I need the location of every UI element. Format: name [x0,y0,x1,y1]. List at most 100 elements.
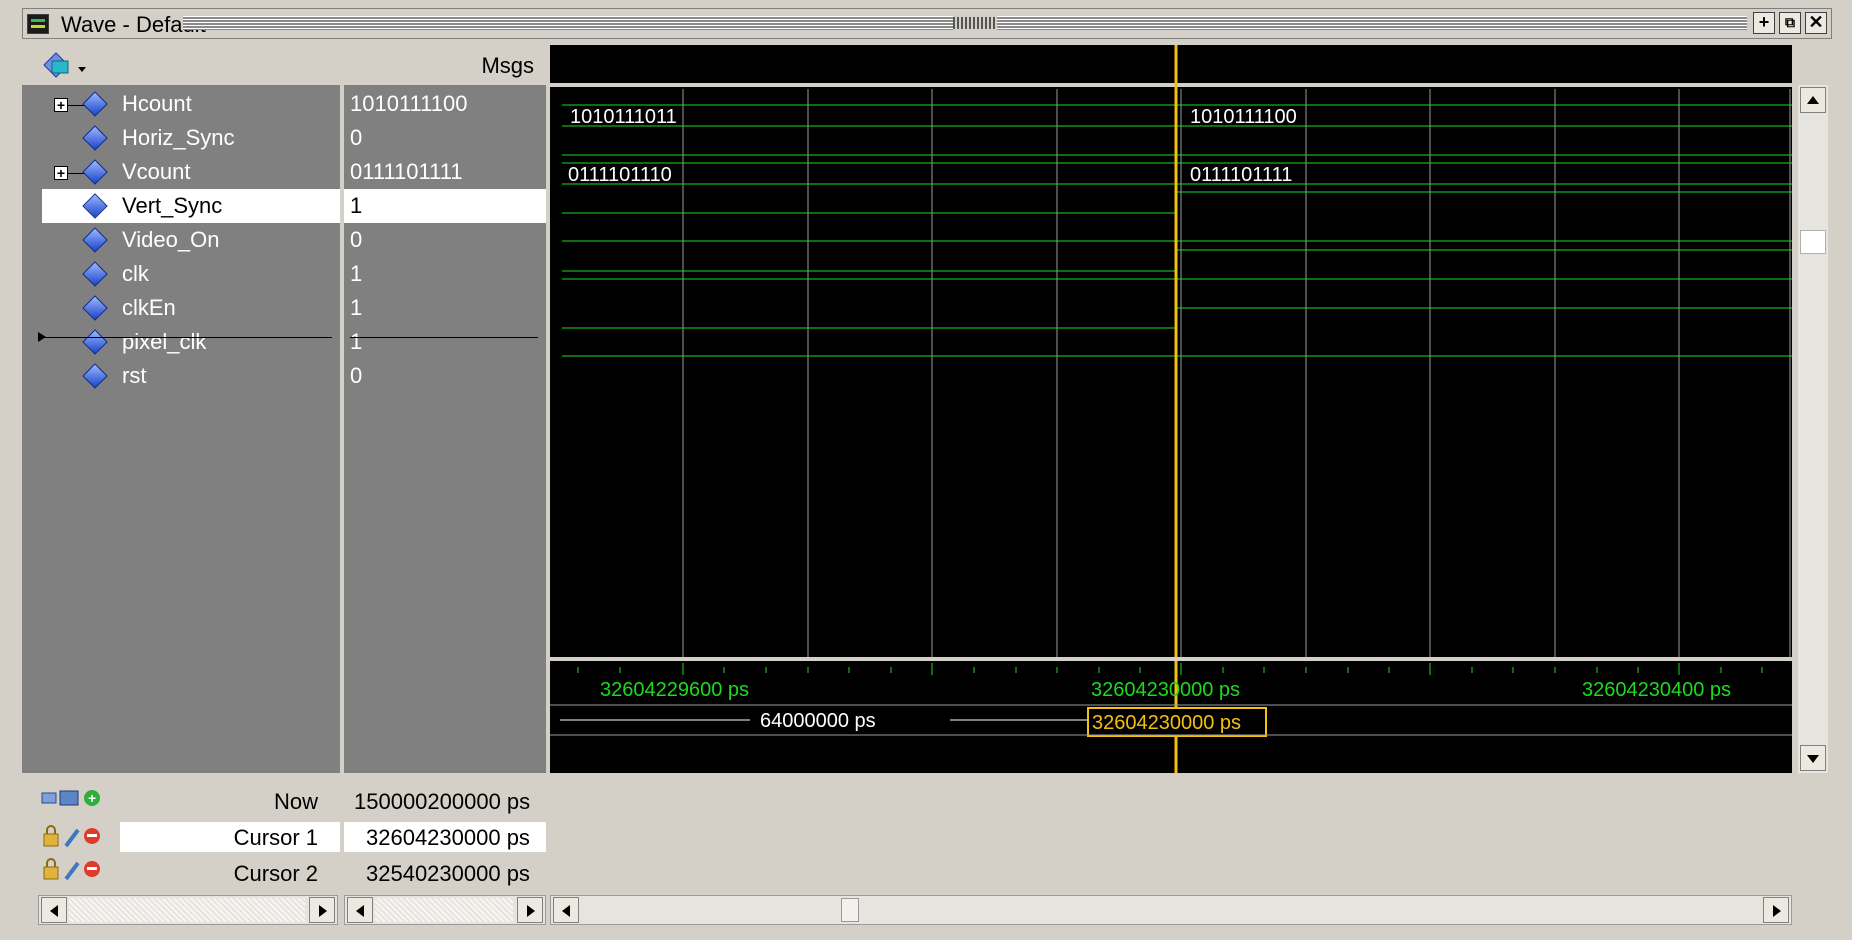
diamond-signal-icon [82,91,108,117]
values-scroll-right[interactable] [517,897,543,923]
hcount-after-label: 1010111100 [1190,106,1297,128]
signal-values-pane: Msgs 1010111100 0 0111101111 1 0 1 1 1 0 [344,45,546,773]
tick-label-2: 32604230000 ps [1091,679,1240,701]
signal-value: 0 [350,227,363,252]
wave-format-icon[interactable] [36,47,96,83]
signal-name: Hcount [122,91,192,116]
value-row-hcount[interactable]: 1010111100 [344,87,546,121]
cursor1-label: Cursor 1 [233,825,318,850]
wave-hscrollbar[interactable] [550,895,1792,925]
vertical-scrollbar[interactable] [1798,85,1828,773]
expand-icon[interactable]: + [54,98,68,112]
signal-value: 0 [350,125,363,150]
names-scroll-right[interactable] [309,897,335,923]
diamond-signal-icon [82,227,108,253]
value-row-clk[interactable]: 1 [344,257,546,291]
signal-row-rst[interactable]: rst [42,359,340,393]
signal-name: Horiz_Sync [122,125,235,150]
time-ruler-ticks [577,663,1763,675]
wave-canvas[interactable]: 1010111011 1010111100 0111101110 0111101… [550,45,1792,773]
signal-name: Vert_Sync [122,193,223,218]
cursor2-value: 32540230000 ps [366,861,530,886]
value-row-clken[interactable]: 1 [344,291,546,325]
cursor-names-area: + Now Cursor 1 Cursor 2 [22,781,340,893]
signal-row-hcount[interactable]: + Hcount [42,87,340,121]
diamond-signal-icon [82,159,108,185]
app-icon[interactable] [27,14,49,34]
signal-value: 1010111100 [350,91,468,116]
diamond-signal-icon [82,329,108,355]
wave-scroll-right[interactable] [1763,897,1789,923]
names-scroll-left[interactable] [41,897,67,923]
value-row-video-on[interactable]: 0 [344,223,546,257]
scroll-up-button[interactable] [1800,87,1826,113]
cursor1-row[interactable]: Cursor 1 [120,822,340,852]
diamond-signal-icon [82,125,108,151]
values-hscroll-track[interactable] [375,898,513,922]
values-header: Msgs [344,45,546,85]
add-icon[interactable]: + [1753,12,1775,34]
cursor2-tools[interactable] [40,857,110,885]
value-row-vert-sync[interactable]: 1 [344,189,546,223]
tick-label-1: 32604229600 ps [600,679,749,701]
signal-value: 1 [350,193,363,218]
vcount-before-label: 0111101110 [568,164,672,186]
title-grip-left[interactable] [183,16,953,30]
msgs-header: Msgs [481,53,534,78]
diamond-signal-icon [82,193,108,219]
signal-value: 1 [350,329,363,354]
cursor1-value: 32604230000 ps [366,825,530,850]
svg-text:+: + [88,790,96,806]
signal-name: Video_On [122,227,220,252]
values-scroll-left[interactable] [347,897,373,923]
wave-window: Wave - Default + ⧉ ✕ + Hcount Horiz_Sync + V… [0,0,1852,940]
diamond-signal-icon [82,363,108,389]
signal-row-vcount[interactable]: + Vcount [42,155,340,189]
close-icon[interactable]: ✕ [1805,12,1827,34]
value-row-horiz-sync[interactable]: 0 [344,121,546,155]
signal-row-video-on[interactable]: Video_On [42,223,340,257]
expand-icon[interactable]: + [54,166,68,180]
value-row-vcount[interactable]: 0111101111 [344,155,546,189]
names-header [22,45,340,85]
wave-hscroll-thumb[interactable] [841,898,859,922]
value-row-rst[interactable]: 0 [344,359,546,393]
signal-value: 1 [350,295,363,320]
title-bar: Wave - Default + ⧉ ✕ [22,8,1832,39]
names-hscroll-track[interactable] [69,898,305,922]
restore-icon[interactable]: ⧉ [1779,12,1801,34]
signal-name: clk [122,261,149,286]
vcount-after-label: 0111101111 [1190,164,1292,186]
cursor-delta-label: 64000000 ps [760,710,876,732]
wave-scroll-left[interactable] [553,897,579,923]
tick-label-3: 32604230400 ps [1582,679,1731,701]
now-value: 150000200000 ps [354,789,531,814]
add-cursor-toolbar[interactable]: + [40,787,110,817]
signal-value: 0111101111 [350,159,463,184]
list-end-divider [42,337,332,338]
signal-row-vert-sync[interactable]: Vert_Sync [42,189,340,223]
signal-row-clk[interactable]: clk [42,257,340,291]
signal-name: rst [122,363,147,388]
diamond-signal-icon [82,295,108,321]
hcount-before-label: 1010111011 [570,106,677,128]
names-hscrollbar[interactable] [38,895,338,925]
values-hscrollbar[interactable] [344,895,546,925]
diamond-signal-icon [82,261,108,287]
cursor1-value-row[interactable]: 32604230000 ps [344,822,546,852]
insert-marker-icon [38,332,46,342]
values-end-divider [350,337,538,338]
value-row-pixel-clk[interactable]: 1 [344,325,546,359]
signal-row-clken[interactable]: clkEn [42,291,340,325]
wave-display[interactable]: 1010111011 1010111100 0111101110 0111101… [550,45,1792,773]
cursor2-label: Cursor 2 [233,861,318,886]
cursor1-tools[interactable] [40,824,110,852]
cursor-time-label: 32604230000 ps [1092,712,1241,734]
signal-row-horiz-sync[interactable]: Horiz_Sync [42,121,340,155]
vscroll-thumb[interactable] [1800,230,1826,254]
scroll-down-button[interactable] [1800,745,1826,771]
cursor-values-area: 150000200000 ps 32604230000 ps 325402300… [344,781,546,893]
title-grip-handle[interactable] [953,17,995,29]
title-grip-right[interactable] [997,16,1747,30]
signal-row-pixel-clk[interactable]: pixel_clk [42,325,340,359]
